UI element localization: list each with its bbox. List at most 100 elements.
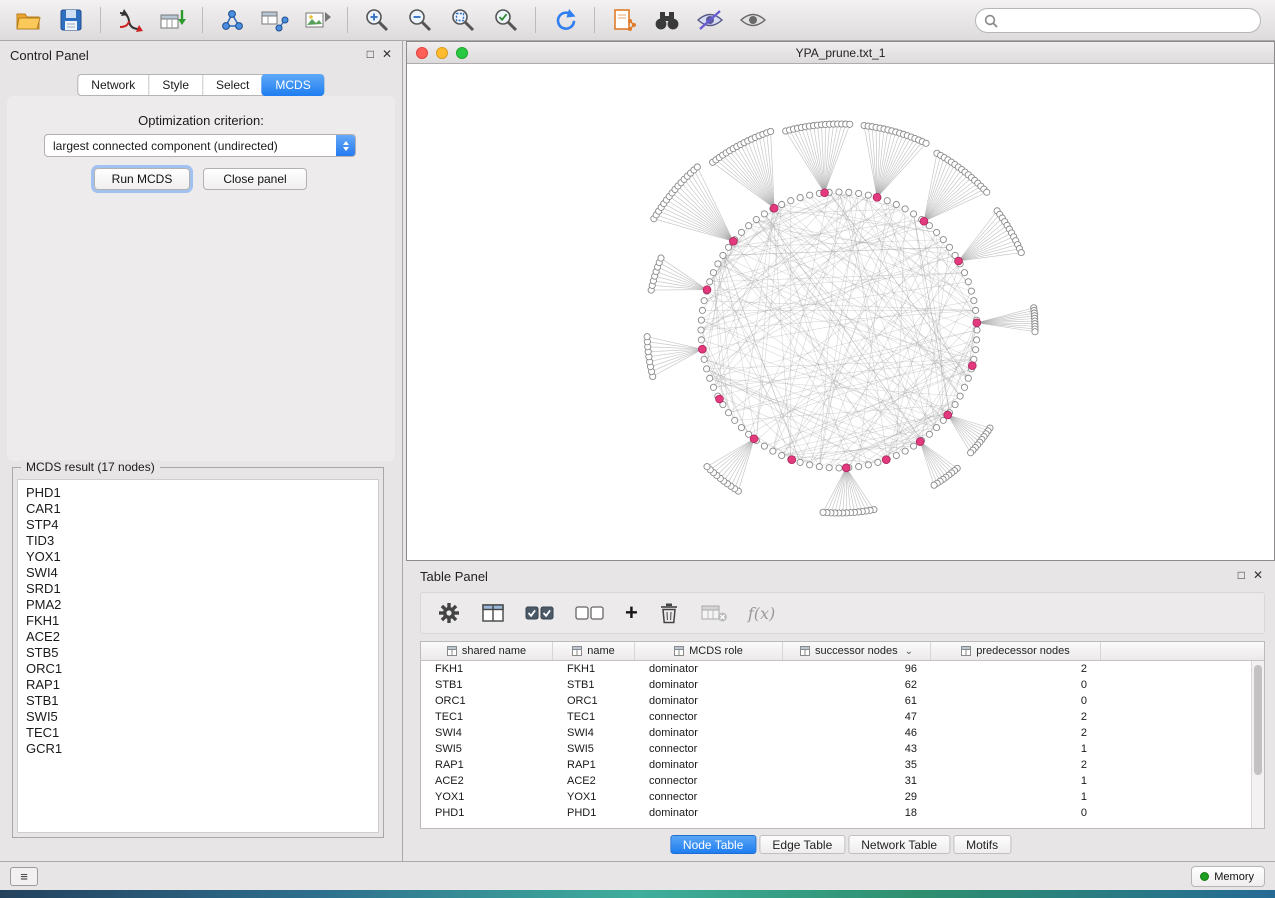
mcds-result-item[interactable]: SRD1	[26, 581, 378, 597]
mcds-result-item[interactable]: TID3	[26, 533, 378, 549]
table-row[interactable]: SWI4 SWI4 dominator 46 2	[421, 725, 1264, 741]
memory-status-dot	[1200, 872, 1209, 881]
deselect-all-rows-button[interactable]	[575, 605, 605, 621]
mcds-result-item[interactable]: SWI5	[26, 709, 378, 725]
share-document-button[interactable]	[606, 4, 642, 36]
network-from-table-button[interactable]	[257, 4, 293, 36]
cell-predecessor-nodes: 0	[931, 693, 1101, 709]
zoom-selected-button[interactable]	[488, 4, 524, 36]
memory-button[interactable]: Memory	[1191, 866, 1265, 887]
task-history-button[interactable]: ≡	[10, 867, 38, 886]
select-all-rows-button[interactable]	[525, 605, 555, 621]
tab-node-table[interactable]: Node Table	[670, 835, 757, 854]
table-row[interactable]: RAP1 RAP1 dominator 35 2	[421, 757, 1264, 773]
import-table-disabled-button[interactable]	[700, 603, 728, 623]
mcds-result-item[interactable]: ACE2	[26, 629, 378, 645]
mcds-result-item[interactable]: PMA2	[26, 597, 378, 613]
show-column-button[interactable]	[481, 602, 505, 624]
table-row[interactable]: FKH1 FKH1 dominator 96 2	[421, 661, 1264, 677]
table-row[interactable]: TEC1 TEC1 connector 47 2	[421, 709, 1264, 725]
column-header-successor-nodes[interactable]: successor nodes ⌄	[783, 642, 931, 660]
cell-shared-name: YOX1	[421, 789, 553, 805]
search-input[interactable]	[998, 14, 1260, 28]
mcds-result-item[interactable]: TEC1	[26, 725, 378, 741]
tab-select[interactable]: Select	[202, 75, 262, 95]
network-canvas[interactable]	[407, 64, 1274, 560]
export-image-button[interactable]	[300, 4, 336, 36]
control-panel-close-icon[interactable]: ✕	[382, 47, 392, 61]
table-panel-float-icon[interactable]: □	[1238, 568, 1245, 582]
cell-name: PHD1	[553, 805, 635, 821]
zoom-in-button[interactable]	[359, 4, 395, 36]
table-panel-close-icon[interactable]: ✕	[1253, 568, 1263, 582]
tab-edge-table[interactable]: Edge Table	[759, 835, 845, 854]
zoom-out-button[interactable]	[402, 4, 438, 36]
global-search[interactable]	[975, 8, 1261, 33]
dropdown-stepper-icon	[336, 135, 355, 156]
cell-name: ORC1	[553, 693, 635, 709]
delete-column-button[interactable]	[658, 601, 680, 625]
table-row[interactable]: SWI5 SWI5 connector 43 1	[421, 741, 1264, 757]
mcds-result-item[interactable]: ORC1	[26, 661, 378, 677]
column-header-name[interactable]: name	[553, 642, 635, 660]
network-window-titlebar[interactable]: YPA_prune.txt_1	[407, 42, 1274, 64]
table-row[interactable]: PHD1 PHD1 dominator 18 0	[421, 805, 1264, 821]
new-network-button[interactable]	[214, 4, 250, 36]
mcds-result-item[interactable]: FKH1	[26, 613, 378, 629]
tab-style[interactable]: Style	[148, 75, 202, 95]
table-row[interactable]: YOX1 YOX1 connector 29 1	[421, 789, 1264, 805]
tab-mcds[interactable]: MCDS	[261, 74, 324, 96]
hide-selected-button[interactable]	[692, 4, 728, 36]
save-floppy-icon	[59, 8, 83, 32]
save-session-button[interactable]	[53, 4, 89, 36]
show-all-button[interactable]	[735, 4, 771, 36]
node-table-header: shared name name MCDS role successor nod…	[421, 642, 1264, 661]
network-nodes-icon	[219, 8, 245, 32]
cell-shared-name: ACE2	[421, 773, 553, 789]
zoom-fit-button[interactable]	[445, 4, 481, 36]
close-panel-button[interactable]: Close panel	[203, 168, 307, 190]
column-header-mcds-role[interactable]: MCDS role	[635, 642, 783, 660]
cell-shared-name: RAP1	[421, 757, 553, 773]
run-mcds-button[interactable]: Run MCDS	[94, 168, 190, 190]
export-image-icon	[304, 8, 332, 32]
mcds-result-item[interactable]: STP4	[26, 517, 378, 533]
function-builder-button[interactable]: f(x)	[748, 604, 775, 623]
cell-mcds-role: dominator	[635, 757, 783, 773]
mcds-result-item[interactable]: SWI4	[26, 565, 378, 581]
mcds-result-item[interactable]: RAP1	[26, 677, 378, 693]
control-panel-float-icon[interactable]: □	[367, 47, 374, 61]
network-graph[interactable]	[407, 64, 1274, 560]
binoculars-icon	[653, 9, 681, 31]
criterion-dropdown[interactable]: largest connected component (undirected)	[44, 134, 356, 157]
mcds-result-item[interactable]: GCR1	[26, 741, 378, 757]
table-vertical-scrollbar[interactable]	[1251, 661, 1264, 828]
column-header-shared-name[interactable]: shared name	[421, 642, 553, 660]
import-network-button[interactable]	[112, 4, 148, 36]
open-session-button[interactable]	[10, 4, 46, 36]
tab-motifs[interactable]: Motifs	[953, 835, 1011, 854]
mcds-result-item[interactable]: YOX1	[26, 549, 378, 565]
mcds-result-groupbox: MCDS result (17 nodes) PHD1 CAR1 STP4 TI…	[12, 467, 384, 838]
mcds-result-item[interactable]: STB1	[26, 693, 378, 709]
tab-network-table[interactable]: Network Table	[848, 835, 950, 854]
column-settings-button[interactable]	[437, 601, 461, 625]
column-type-icon	[800, 646, 810, 656]
tab-network[interactable]: Network	[78, 75, 148, 95]
table-row[interactable]: ORC1 ORC1 dominator 61 0	[421, 693, 1264, 709]
cell-predecessor-nodes: 1	[931, 773, 1101, 789]
import-table-icon	[159, 8, 187, 32]
mcds-result-item[interactable]: PHD1	[26, 485, 378, 501]
zoom-selected-icon	[493, 7, 519, 33]
import-table-button[interactable]	[155, 4, 191, 36]
add-column-button[interactable]: +	[625, 603, 638, 623]
table-row[interactable]: STB1 STB1 dominator 62 0	[421, 677, 1264, 693]
apply-layout-button[interactable]	[547, 4, 583, 36]
table-row[interactable]: ACE2 ACE2 connector 31 1	[421, 773, 1264, 789]
mcds-result-item[interactable]: CAR1	[26, 501, 378, 517]
cell-shared-name: SWI5	[421, 741, 553, 757]
scrollbar-thumb[interactable]	[1254, 665, 1262, 775]
search-network-button[interactable]	[649, 4, 685, 36]
column-header-predecessor-nodes[interactable]: predecessor nodes	[931, 642, 1101, 660]
mcds-result-item[interactable]: STB5	[26, 645, 378, 661]
